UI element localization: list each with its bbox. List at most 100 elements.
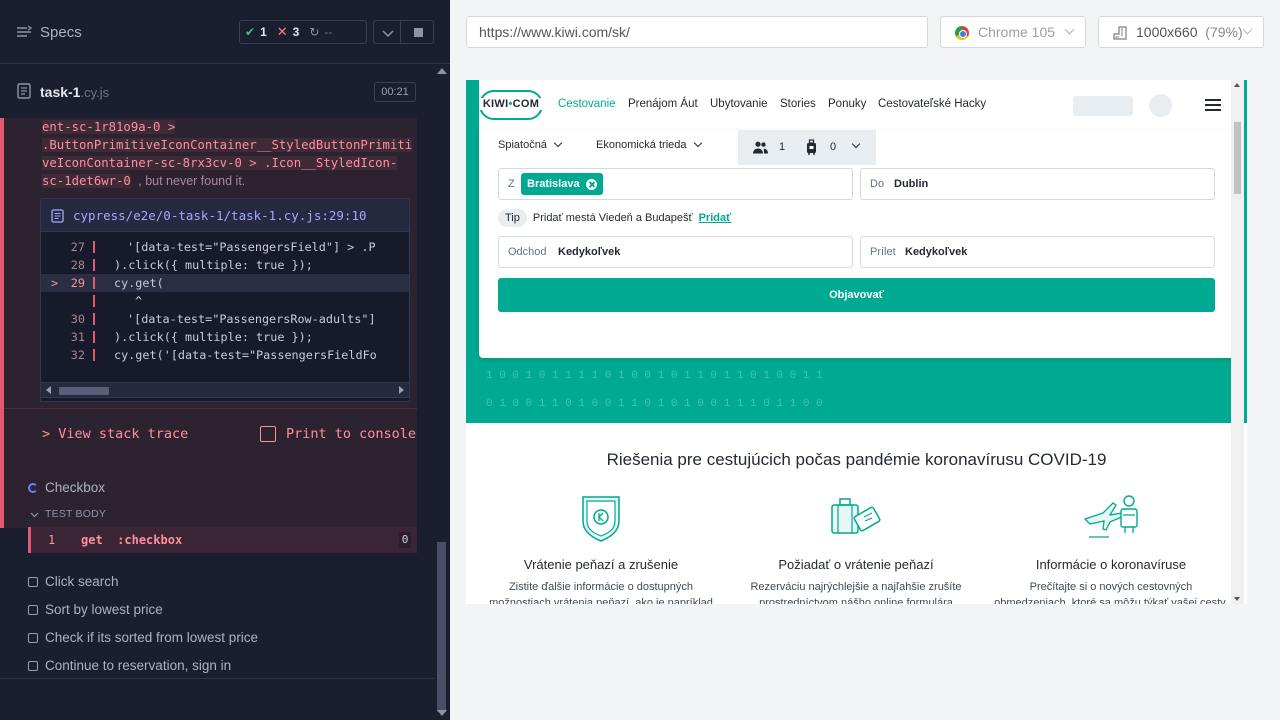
scroll-down-icon[interactable] <box>437 710 447 716</box>
code-line: 28).click({ multiple: true }); <box>70 258 313 272</box>
scroll-up-icon[interactable] <box>1234 83 1240 87</box>
browser-selector[interactable]: Chrome 105 <box>940 16 1086 48</box>
return-date-field[interactable]: Prílet Kedykoľvek <box>860 236 1215 268</box>
feature-refunds[interactable]: Vrátenie peňazí a zrušenie Zistite ďalši… <box>476 493 726 604</box>
checkbox-icon <box>28 604 38 615</box>
spec-duration: 00:21 <box>374 82 416 102</box>
specs-header: Specs ✔ 1 ✕ 3 ↻ -- <box>0 0 450 64</box>
viewport-selector[interactable]: 1000x660 (79%) <box>1098 16 1264 48</box>
nav-accommodation[interactable]: Ubytovanie <box>710 98 768 110</box>
test-item[interactable]: Check if its sorted from lowest price <box>28 630 258 645</box>
app-under-test-panel: https://www.kiwi.com/sk/ Chrome 105 1000… <box>450 0 1280 720</box>
code-frame-file-link[interactable]: cypress/e2e/0-task-1/task-1.cy.js:29:10 <box>40 198 410 232</box>
destination-field[interactable]: Do Dublin <box>860 168 1215 200</box>
nav-travel[interactable]: Cestovanie <box>558 98 616 110</box>
feature-coronavirus-info[interactable]: Informácie o koronavíruse Prečítajte si … <box>986 493 1236 604</box>
add-cities-link[interactable]: Pridať <box>699 212 732 224</box>
binary-decoration: 1 0 0 1 0 1 1 1 1 0 1 0 0 1 0 1 1 0 1 1 … <box>486 370 823 382</box>
code-line: 32 cy.get('[data-test="PassengersFieldFo <box>70 348 377 362</box>
stop-icon <box>414 28 423 37</box>
aut-scrollbar[interactable] <box>1231 80 1244 604</box>
reporter-scroll-area: task-1.cy.js 00:21 ent-sc-1r81o9a-0 > .B… <box>0 64 434 720</box>
reporter-scrollbar[interactable] <box>434 64 450 720</box>
test-item[interactable]: Continue to reservation, sign in <box>28 658 231 673</box>
close-icon[interactable] <box>585 178 597 190</box>
chevron-down-icon <box>1064 24 1075 35</box>
binary-decoration: 0 1 0 0 1 1 0 1 0 0 1 1 0 1 0 1 0 0 1 1 … <box>486 398 823 410</box>
trip-type-select[interactable]: Spiatočná <box>498 138 563 151</box>
departure-date-field[interactable]: Odchod Kedykoľvek <box>498 236 853 268</box>
command-count-badge: 0 <box>399 532 411 548</box>
tip-badge: Tip <box>498 209 527 227</box>
spinner-icon <box>28 482 38 493</box>
specs-label[interactable]: Specs <box>40 24 82 41</box>
spec-file-header[interactable]: task-1.cy.js 00:21 <box>0 64 434 118</box>
nav-stories[interactable]: Stories <box>780 98 816 110</box>
code-line-highlighted: >29 cy.get( <box>41 274 409 292</box>
test-item[interactable]: Sort by lowest price <box>28 602 163 617</box>
checkbox-icon <box>28 576 38 587</box>
cross-icon: ✕ <box>276 24 288 39</box>
search-button[interactable]: Objavovať <box>498 278 1215 312</box>
chevron-down-icon <box>693 138 702 148</box>
view-stack-trace-button[interactable]: > View stack trace <box>42 426 188 442</box>
currency-placeholder[interactable] <box>1073 96 1133 116</box>
chevron-down-icon <box>1242 24 1253 35</box>
travel-info-icon <box>1083 495 1138 538</box>
passed-count: 1 <box>260 25 267 39</box>
nav-deals[interactable]: Ponuky <box>828 98 866 110</box>
scroll-up-icon[interactable] <box>437 68 447 74</box>
tip-row: Tip Pridať mestá Viedeň a Budapešť Prida… <box>498 209 731 227</box>
divider <box>4 408 417 409</box>
code-line: 31).click({ multiple: true }); <box>70 330 313 344</box>
url-bar[interactable]: https://www.kiwi.com/sk/ <box>466 16 928 48</box>
scroll-down-icon[interactable] <box>1234 597 1240 601</box>
search-form: Spiatočná Ekonomická trieda 1 0 Z Bratis… <box>479 130 1234 358</box>
test-body-toggle[interactable]: TEST BODY <box>30 508 106 520</box>
code-frame-path: cypress/e2e/0-task-1/task-1.cy.js:29:10 <box>73 208 367 223</box>
hamburger-menu-icon[interactable] <box>1205 99 1221 111</box>
pending-count: -- <box>324 25 333 39</box>
suitcase-ticket-icon <box>831 498 881 534</box>
test-running[interactable]: Checkbox <box>28 480 105 495</box>
terminal-icon <box>260 426 276 442</box>
scrollbar-thumb[interactable] <box>437 542 446 712</box>
passengers-icon <box>753 141 768 154</box>
code-frame-scrollbar[interactable] <box>40 382 410 398</box>
command-row[interactable]: 1 get :checkbox 0 <box>28 527 417 553</box>
scrollbar-thumb[interactable] <box>1234 122 1241 194</box>
origin-chip[interactable]: Bratislava <box>521 173 603 195</box>
avatar[interactable] <box>1149 94 1172 117</box>
checkbox-icon <box>28 660 38 671</box>
feature-refund-request[interactable]: Požiadať o vrátenie peňazí Rezerváciu na… <box>731 493 981 604</box>
origin-field[interactable]: Z Bratislava <box>498 168 853 200</box>
cypress-reporter: Specs ✔ 1 ✕ 3 ↻ -- task-1.cy.js 00:21 ent-s… <box>0 0 450 720</box>
chevron-down-icon <box>851 139 861 149</box>
expand-button[interactable] <box>373 20 401 44</box>
error-block: ent-sc-1r81o9a-0 > .ButtonPrimitiveIconC… <box>0 118 417 528</box>
menu-icon[interactable] <box>16 24 32 40</box>
divider <box>0 678 434 679</box>
nav-travel-hacks[interactable]: Cestovateľské Hacky <box>878 98 986 110</box>
baggage-icon <box>807 139 816 155</box>
test-stats: ✔ 1 ✕ 3 ↻ -- <box>239 20 367 44</box>
scroll-left-icon[interactable] <box>46 386 51 394</box>
print-to-console-button[interactable]: Print to console <box>260 426 416 442</box>
nav-car-rental[interactable]: Prenájom Áut <box>628 98 698 110</box>
test-item[interactable]: Click search <box>28 574 119 589</box>
aut-iframe: 1 0 0 1 0 1 1 1 1 0 1 0 0 1 0 1 1 0 1 1 … <box>466 80 1247 604</box>
scroll-right-icon[interactable] <box>399 386 404 394</box>
ruler-icon <box>1113 26 1127 40</box>
passengers-field[interactable]: 1 0 <box>738 130 876 165</box>
covid-section-title: Riešenia pre cestujúcich počas pandémie … <box>606 450 1107 469</box>
code-frame: 27 '[data-test="PassengersField"] > .P 28… <box>40 232 410 402</box>
spec-name: task-1.cy.js <box>40 84 110 100</box>
scrollbar-thumb[interactable] <box>59 387 109 395</box>
pending-icon: ↻ <box>309 25 320 39</box>
document-icon <box>17 83 31 99</box>
kiwi-logo[interactable]: KIWI•COM <box>479 90 543 120</box>
stop-button[interactable] <box>400 20 434 44</box>
shield-refund-icon <box>582 496 620 542</box>
chevron-down-icon <box>553 138 563 148</box>
cabin-class-select[interactable]: Ekonomická trieda <box>596 138 702 151</box>
